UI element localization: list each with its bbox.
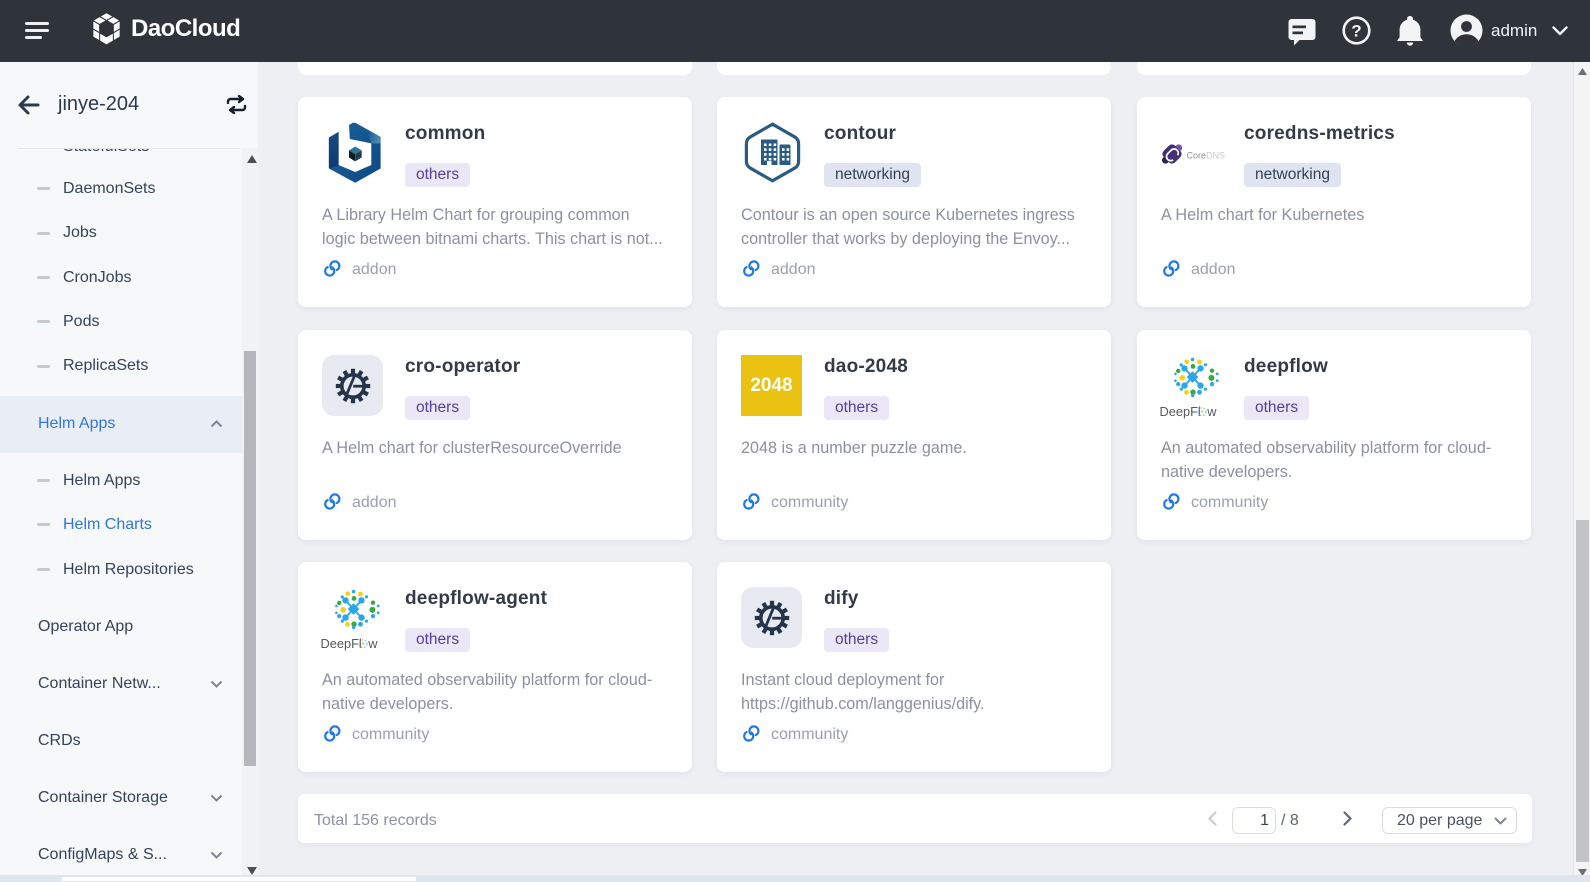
svg-text:?: ? [1351, 22, 1361, 41]
svg-text:w: w [367, 636, 378, 651]
svg-text:w: w [1206, 404, 1217, 419]
svg-text:DeepFl: DeepFl [1160, 404, 1201, 419]
svg-text:DeepFl: DeepFl [321, 636, 362, 651]
svg-text:CoreDNS: CoreDNS [1187, 151, 1226, 161]
